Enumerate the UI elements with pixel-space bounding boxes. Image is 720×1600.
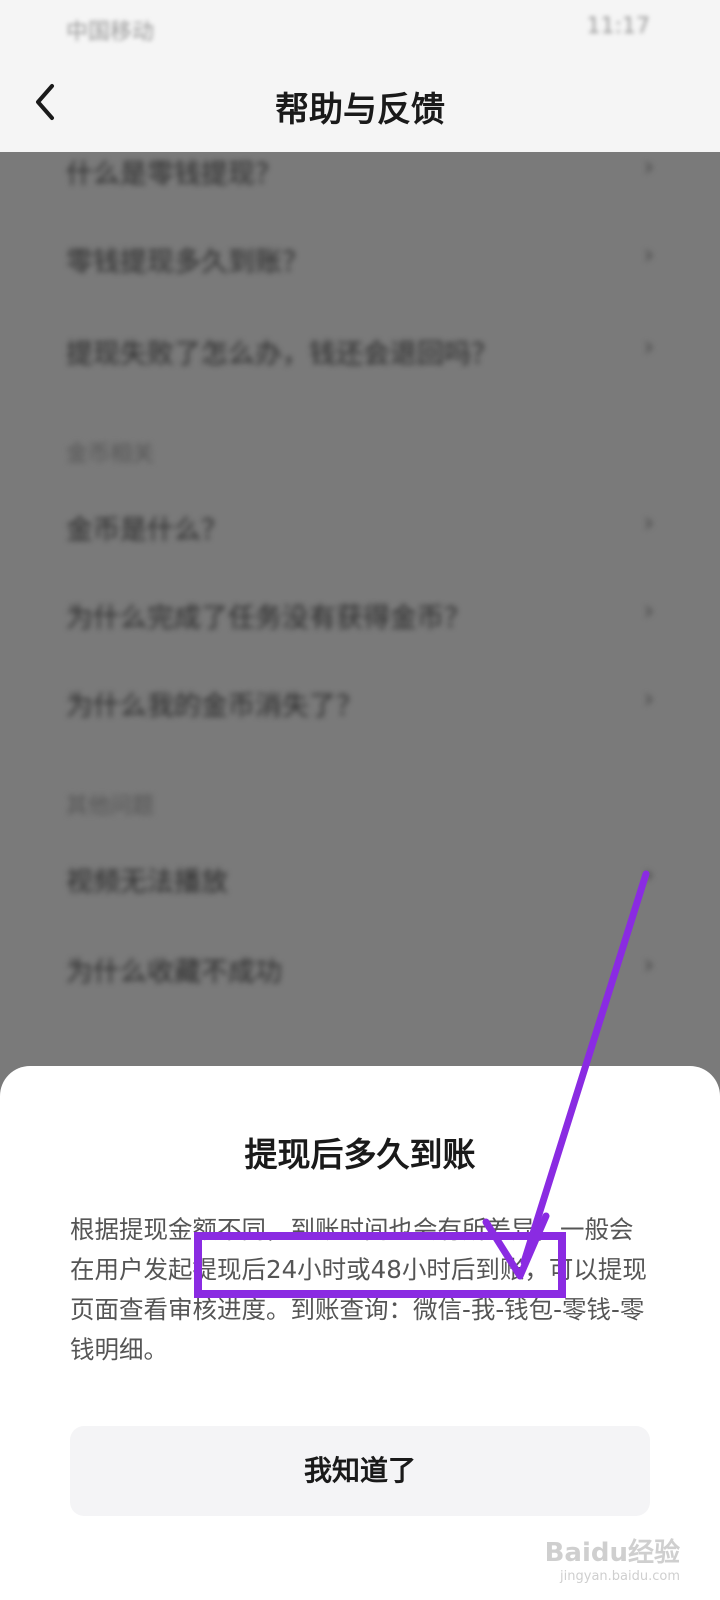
- list-item: 为什么收藏不成功 ›: [66, 950, 654, 990]
- got-it-button[interactable]: 我知道了: [70, 1426, 650, 1516]
- list-item-label: 什么是零钱提现？: [66, 159, 282, 190]
- baidu-watermark: Baidu经验 jingyan.baidu.com: [545, 1532, 680, 1584]
- list-item: 零钱提现多久到账？ ›: [66, 240, 654, 280]
- answer-bottom-sheet: 提现后多久到账 根据提现金额不同，到账时间也会有所差异，一般会在用户发起提现后2…: [0, 1066, 720, 1600]
- chevron-right-icon: ›: [643, 332, 654, 362]
- list-item-label: 视频无法播放: [66, 867, 228, 898]
- status-bar: 中国移动 11:17: [0, 0, 720, 52]
- sheet-body-text: 根据提现金额不同，到账时间也会有所差异，一般会在用户发起提现后24小时或48小时…: [70, 1215, 647, 1364]
- chevron-right-icon: ›: [643, 240, 654, 270]
- list-item: 提现失败了怎么办，钱还会退回吗？ ›: [66, 332, 654, 372]
- top-app-bar: 帮助与反馈: [0, 52, 720, 152]
- sheet-title: 提现后多久到账: [244, 1135, 476, 1174]
- list-item-label: 金币是什么？: [66, 515, 228, 546]
- list-item: 视频无法播放 ›: [66, 860, 654, 900]
- faq-list-background: 什么是零钱提现？ › 零钱提现多久到账？ › 提现失败了怎么办，钱还会退回吗？ …: [0, 152, 720, 1072]
- chevron-right-icon: ›: [643, 860, 654, 890]
- list-item: 金币是什么？ ›: [66, 508, 654, 548]
- page-title: 帮助与反馈: [275, 90, 445, 130]
- list-item: 为什么我的金币消失了？ ›: [66, 684, 654, 724]
- list-item-label: 为什么收藏不成功: [66, 957, 282, 988]
- watermark-brand: Baidu经验: [544, 1538, 680, 1568]
- list-item-label: 提现失败了怎么办，钱还会退回吗？: [66, 339, 498, 370]
- list-item-label: 零钱提现多久到账？: [66, 247, 309, 278]
- carrier-label: 中国移动: [66, 20, 155, 45]
- list-item: 什么是零钱提现？ ›: [66, 152, 654, 192]
- chevron-right-icon: ›: [643, 684, 654, 714]
- chevron-right-icon: ›: [643, 950, 654, 980]
- list-item-label: 为什么我的金币消失了？: [66, 691, 363, 722]
- status-time: 11:17: [586, 14, 650, 39]
- list-item-label: 为什么完成了任务没有获得金币？: [66, 603, 471, 634]
- watermark-url: jingyan.baidu.com: [560, 1569, 680, 1584]
- list-item: 为什么完成了任务没有获得金币？ ›: [66, 596, 654, 636]
- section-header: 金币相关: [66, 442, 155, 467]
- section-header: 其他问题: [66, 794, 155, 819]
- chevron-right-icon: ›: [643, 508, 654, 538]
- chevron-right-icon: ›: [643, 596, 654, 626]
- chevron-right-icon: ›: [643, 152, 654, 182]
